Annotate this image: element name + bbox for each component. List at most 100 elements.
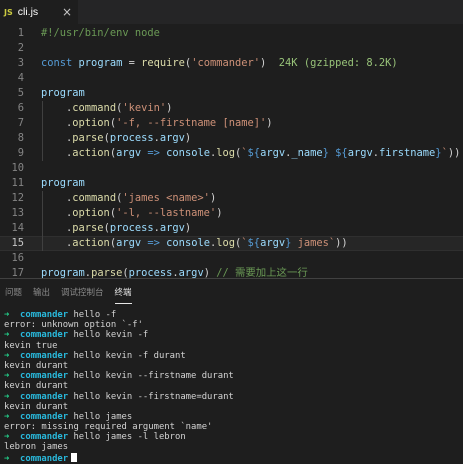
code-line[interactable]: 6 .command('kevin') (0, 101, 463, 116)
prompt-arrow-icon: ➜ (4, 330, 10, 341)
code-token: program (41, 87, 85, 99)
prompt-arrow-icon: ➜ (4, 350, 10, 361)
code-line[interactable]: 8 .parse(process.argv) (0, 131, 463, 146)
tab-filename: cli.js (17, 6, 39, 18)
code-line[interactable]: 1 #!/usr/bin/env node (0, 26, 463, 41)
prompt-directory: commander (20, 350, 69, 361)
terminal-line: ➜ commander hello kevin --firstname dura… (4, 371, 463, 381)
code-token: argv (159, 132, 185, 144)
code-token: ) (216, 207, 223, 219)
terminal-line: error: missing required argument `name' (4, 422, 463, 432)
terminal-command: hello james -l lebron (68, 432, 186, 443)
code-line[interactable]: 7 .option('-f, --firstname [name]') (0, 116, 463, 131)
code-line[interactable]: 4 (0, 71, 463, 86)
code-text: program.parse(process.argv) // 需要加上这一行 (41, 266, 308, 278)
javascript-file-icon: JS (4, 7, 13, 17)
code-line[interactable]: 17 program.parse(process.argv) // 需要加上这一行 (0, 266, 463, 278)
terminal-line: kevin true (4, 341, 463, 351)
code-line[interactable]: 10 (0, 161, 463, 176)
panel-tab-1[interactable]: 输出 (33, 281, 50, 303)
code-line[interactable]: 2 (0, 41, 463, 56)
terminal-output-text: lebron james (4, 442, 69, 453)
code-token: #!/usr/bin/env node (41, 27, 160, 39)
terminal-line: ➜ commander hello kevin -f durant (4, 351, 463, 361)
panel-tab-3[interactable]: 终端 (114, 281, 132, 304)
code-token: 'kevin' (122, 102, 167, 114)
code-line[interactable]: 13 .option('-l, --lastname') (0, 206, 463, 221)
code-token: 'james <name>' (122, 192, 210, 204)
terminal-line: ➜ commander hello james (4, 412, 463, 422)
terminal-output[interactable]: ➜ commander hello -f error: unknown optio… (4, 310, 463, 464)
close-icon[interactable]: × (62, 6, 72, 18)
code-token: )) (335, 237, 348, 249)
line-number: 2 (17, 42, 24, 54)
code-line[interactable]: 5 program (0, 86, 463, 101)
line-number: 15 (11, 237, 24, 249)
terminal-command: hello kevin -f durant (68, 350, 186, 361)
code-text: .command('kevin') (41, 101, 172, 116)
code-token: james` (291, 237, 336, 249)
prompt-arrow-icon: ➜ (4, 371, 10, 382)
terminal-line: ➜ commander (4, 452, 463, 464)
code-text: .parse(process.argv) (41, 131, 191, 146)
line-number: 4 (17, 72, 24, 84)
code-text: .action(argv => console.log(`${argv} jam… (41, 236, 348, 251)
code-token: argv (347, 147, 373, 159)
line-number: 12 (11, 192, 24, 204)
code-token: log (216, 237, 236, 249)
panel-tab-2[interactable]: 调试控制台 (61, 281, 104, 303)
code-token: '-f, --firstname [name]' (116, 117, 267, 129)
code-token: ${ (247, 237, 261, 249)
file-tab-cli-js[interactable]: JS cli.js × (0, 0, 78, 24)
code-token: . (41, 102, 73, 114)
code-token: . (41, 192, 73, 204)
code-token: option (72, 207, 110, 219)
code-token: const (41, 57, 73, 69)
line-number: 16 (11, 252, 24, 264)
panel-tab-0[interactable]: 问题 (5, 281, 22, 303)
code-token: process (109, 222, 154, 234)
code-editor[interactable]: 1 #!/usr/bin/env node 2 3 const program = re… (0, 24, 463, 278)
terminal-cursor[interactable] (71, 452, 78, 462)
terminal-line: ➜ commander hello -f (4, 310, 463, 320)
code-token: console (166, 147, 210, 159)
terminal-line: kevin durant (4, 361, 463, 371)
code-token: ) (260, 57, 279, 69)
code-token: . (41, 222, 73, 234)
prompt-directory: commander (20, 391, 69, 402)
code-text: #!/usr/bin/env node (41, 26, 160, 41)
code-token: 'commander' (191, 57, 261, 69)
code-token: ${ (335, 147, 348, 159)
terminal-line: kevin durant (4, 381, 463, 391)
line-number: 6 (17, 102, 24, 114)
code-text: program (41, 176, 85, 191)
terminal-output-text: error: unknown option `-f' (4, 320, 143, 331)
code-token: . (41, 207, 73, 219)
code-token: => (147, 147, 160, 159)
code-token: argv (260, 237, 286, 249)
code-token: program (78, 57, 123, 69)
code-line[interactable]: 11 program (0, 176, 463, 191)
code-token: console (166, 237, 210, 249)
code-token: . (41, 132, 73, 144)
terminal-command: hello kevin -f (68, 330, 149, 341)
terminal-command: hello kevin --firstname=durant (68, 391, 234, 402)
code-token: ) (184, 222, 192, 234)
code-line[interactable]: 3 const program = require('commander') 24… (0, 56, 463, 71)
code-token: argv (116, 237, 142, 249)
prompt-directory: commander (20, 453, 69, 464)
code-line[interactable]: 16 (0, 251, 463, 266)
code-line[interactable]: 14 .parse(process.argv) (0, 221, 463, 236)
code-line[interactable]: 9 .action(argv => console.log(`${argv._n… (0, 146, 463, 161)
code-text: .option('-l, --lastname') (41, 206, 222, 221)
prompt-arrow-icon: ➜ (4, 310, 10, 320)
code-line[interactable]: 15 .action(argv => console.log(`${argv} … (0, 236, 463, 251)
code-token: action (72, 237, 110, 249)
code-line[interactable]: 12 .command('james <name>') (0, 191, 463, 206)
code-token: ) (184, 132, 192, 144)
prompt-directory: commander (20, 371, 69, 382)
code-token: => (147, 237, 160, 249)
terminal-output-text: kevin true (4, 340, 58, 351)
code-token: process (128, 267, 173, 278)
code-token: 24K (gzipped: 8.2K) (278, 57, 398, 69)
